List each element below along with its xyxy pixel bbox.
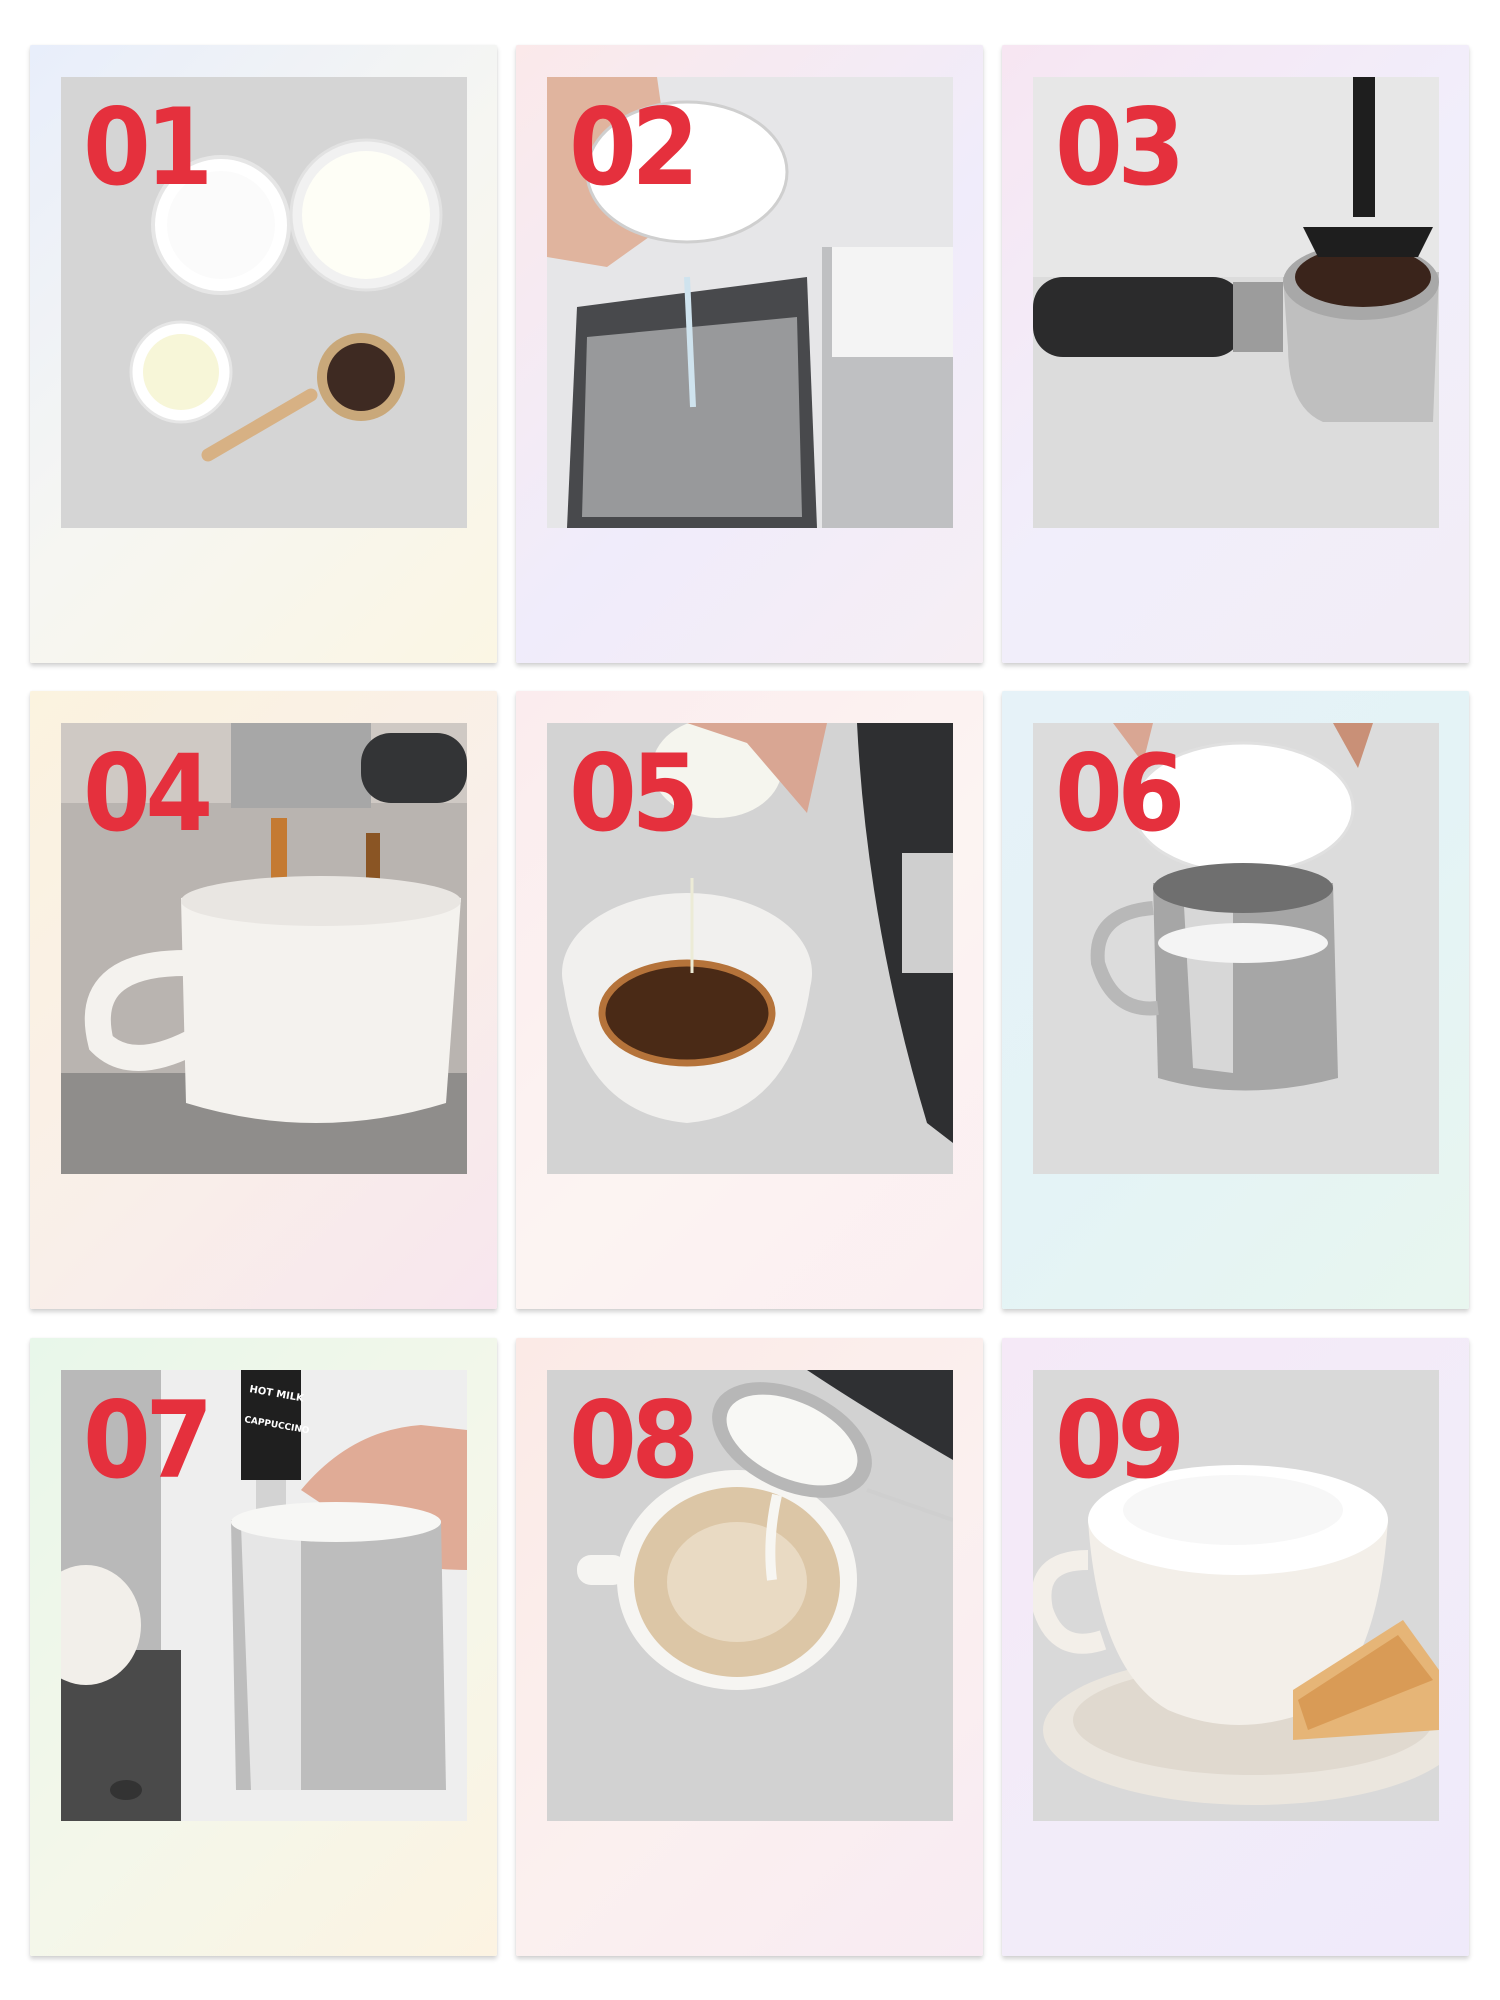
step-photo-1: 01 [61, 77, 467, 528]
step-number-2: 02 [569, 86, 699, 209]
step-photo-9: 09 [1033, 1370, 1439, 1821]
step-photo-5: 05 [547, 723, 953, 1174]
step-card-3: 03 [1002, 45, 1469, 663]
step-photo-2: 02 [547, 77, 953, 528]
step-photo-8: 08 [547, 1370, 953, 1821]
step-card-8: 08 [516, 1338, 983, 1956]
step-photo-4: 04 [61, 723, 467, 1174]
step-number-5: 05 [569, 732, 699, 855]
step-number-7: 07 [83, 1379, 213, 1502]
step-card-7: HOT MILK CAPPUCCINO 07 [30, 1338, 497, 1956]
step-number-6: 06 [1055, 732, 1185, 855]
step-number-1: 01 [83, 86, 213, 209]
step-number-9: 09 [1055, 1379, 1185, 1502]
step-number-4: 04 [83, 732, 213, 855]
step-number-3: 03 [1055, 86, 1185, 209]
step-photo-3: 03 [1033, 77, 1439, 528]
step-number-8: 08 [569, 1379, 699, 1502]
step-photo-7: HOT MILK CAPPUCCINO 07 [61, 1370, 467, 1821]
step-card-2: 02 [516, 45, 983, 663]
step-photo-6: 06 [1033, 723, 1439, 1174]
step-card-1: 01 [30, 45, 497, 663]
step-card-4: 04 [30, 691, 497, 1309]
step-card-6: 06 [1002, 691, 1469, 1309]
step-card-5: 05 [516, 691, 983, 1309]
step-card-9: 09 [1002, 1338, 1469, 1956]
